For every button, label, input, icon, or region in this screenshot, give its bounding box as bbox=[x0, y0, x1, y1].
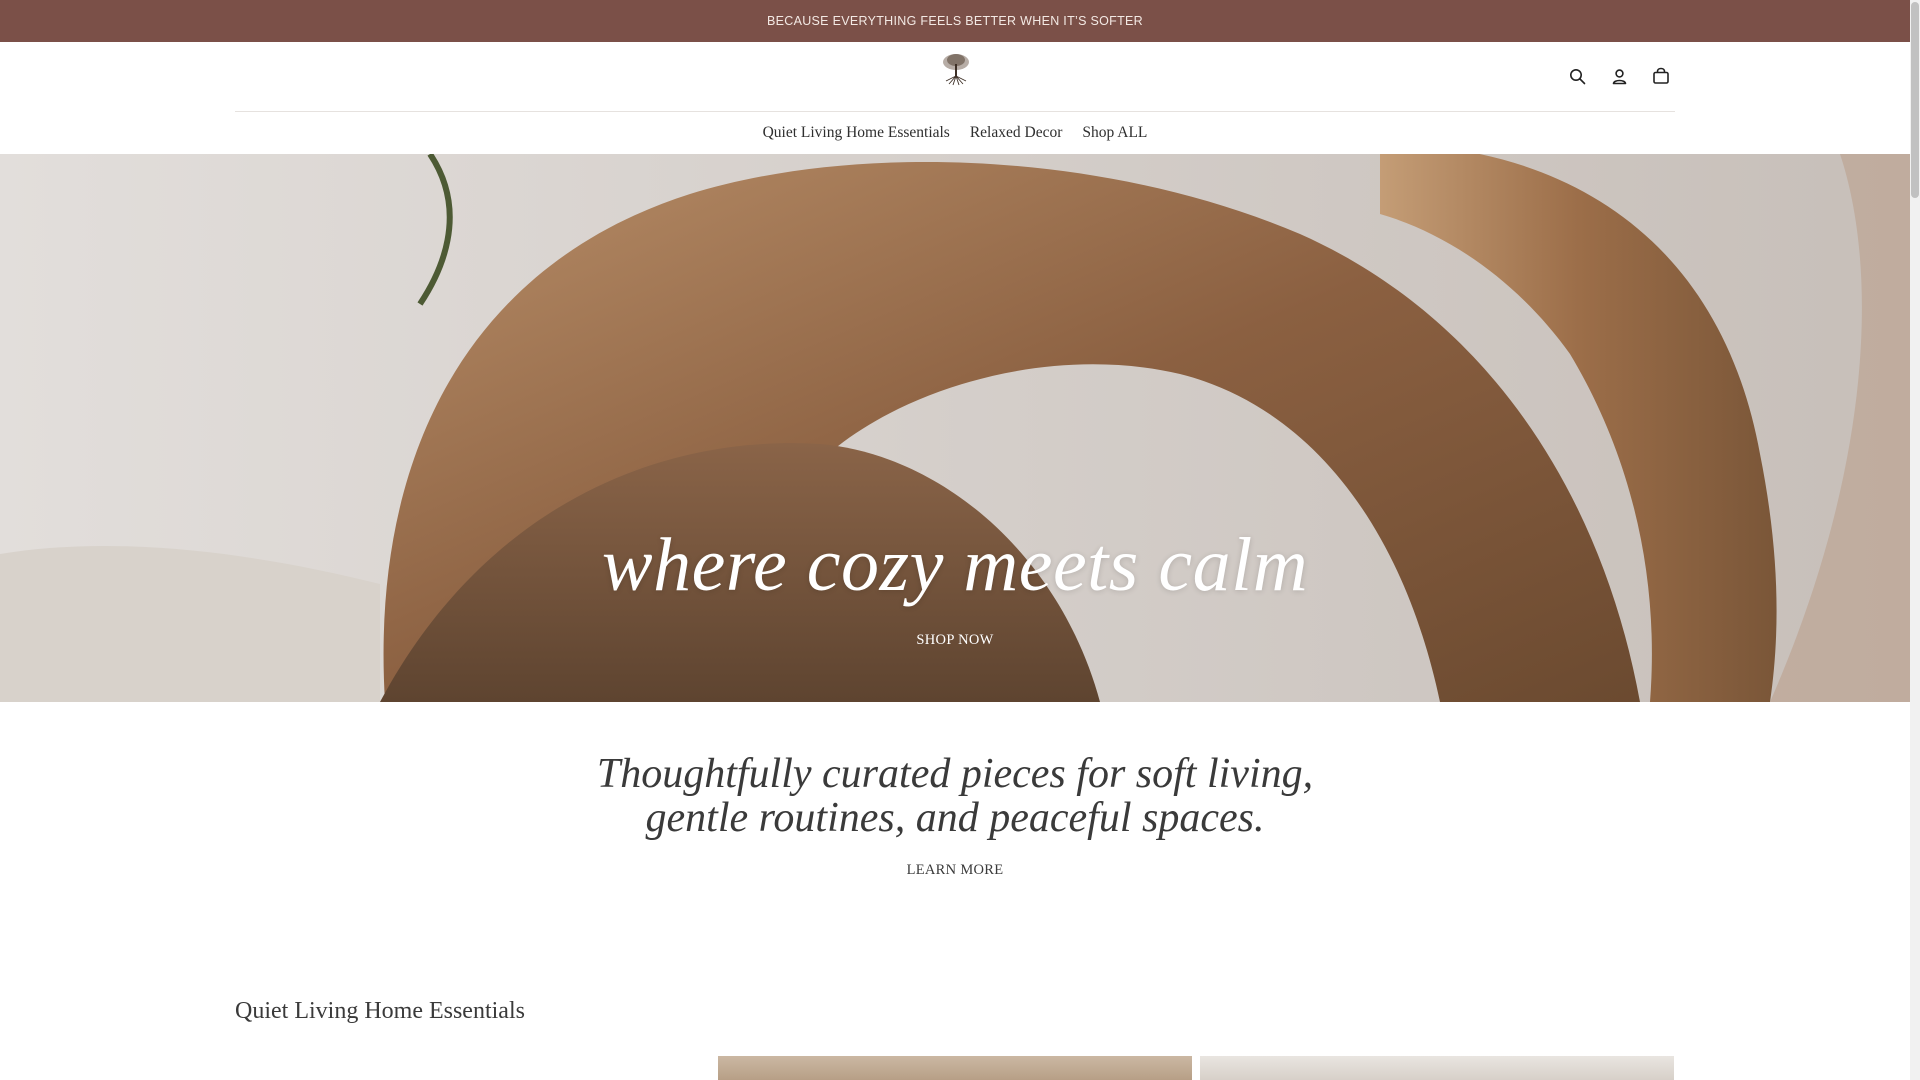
announcement-bar: BECAUSE EVERYTHING FEELS BETTER WHEN IT’… bbox=[0, 0, 1910, 42]
header-top bbox=[235, 42, 1675, 112]
header-icons bbox=[1567, 66, 1671, 86]
product-card-image[interactable] bbox=[1200, 1056, 1674, 1080]
search-icon[interactable] bbox=[1567, 66, 1587, 86]
tree-logo-icon bbox=[943, 54, 969, 86]
cart-icon[interactable] bbox=[1651, 66, 1671, 86]
learn-more-label[interactable]: LEARN MORE bbox=[907, 862, 1004, 878]
learn-more-button[interactable]: LEARN MORE bbox=[0, 862, 1910, 879]
nav-item-relaxed-decor[interactable]: Relaxed Decor bbox=[970, 124, 1063, 142]
main-nav: Quiet Living Home Essentials Relaxed Dec… bbox=[0, 112, 1910, 154]
page-scrollbar[interactable] bbox=[1910, 0, 1920, 1080]
hero-title: where cozy meets calm bbox=[601, 523, 1309, 607]
intro-section: Thoughtfully curated pieces for soft liv… bbox=[0, 752, 1910, 879]
intro-text: Thoughtfully curated pieces for soft liv… bbox=[596, 751, 1314, 841]
shop-now-label[interactable]: SHOP NOW bbox=[916, 632, 993, 648]
site-header: Quiet Living Home Essentials Relaxed Dec… bbox=[0, 42, 1910, 154]
announcement-text: BECAUSE EVERYTHING FEELS BETTER WHEN IT’… bbox=[766, 14, 1144, 28]
hero-banner: where cozy meets calm SHOP NOW bbox=[0, 154, 1910, 702]
site-logo[interactable] bbox=[935, 52, 977, 96]
scrollbar-thumb[interactable] bbox=[1911, 2, 1919, 198]
nav-item-quiet-living-home-essentials[interactable]: Quiet Living Home Essentials bbox=[763, 124, 950, 142]
account-icon[interactable] bbox=[1609, 66, 1629, 86]
hero-image bbox=[0, 154, 1910, 702]
shop-now-button[interactable]: SHOP NOW bbox=[0, 632, 1910, 649]
product-card-image[interactable] bbox=[718, 1056, 1192, 1080]
collection-title: Quiet Living Home Essentials bbox=[235, 998, 525, 1024]
nav-item-shop-all[interactable]: Shop ALL bbox=[1082, 124, 1147, 142]
